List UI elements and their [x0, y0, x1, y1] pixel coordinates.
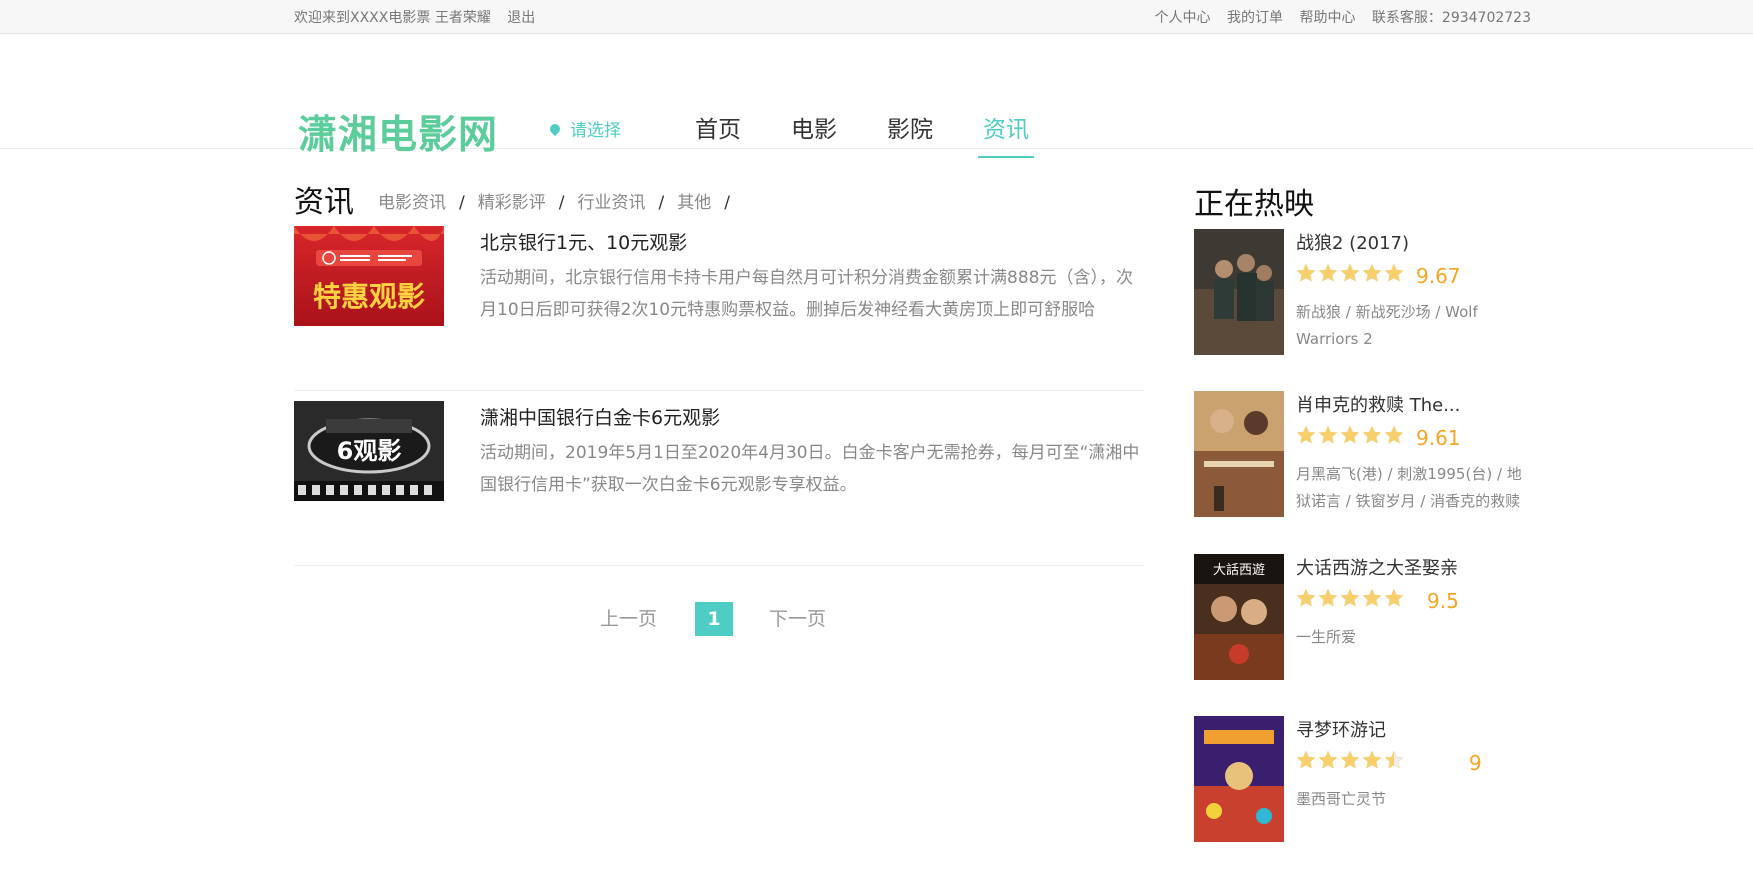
star-icon	[1340, 425, 1360, 444]
thumb-text: 特惠观影	[313, 280, 425, 313]
star-icon	[1362, 588, 1382, 607]
movie-name[interactable]: 肖申克的救赎 The...	[1296, 391, 1460, 417]
star-icon	[1384, 263, 1404, 282]
welcome-text: 欢迎来到XXXX电影票 王者荣耀	[294, 10, 491, 26]
movie-score: 9.61	[1416, 426, 1461, 450]
movie-poster[interactable]	[1194, 716, 1284, 842]
movie-card[interactable]: 大話西遊 大话西游之大圣娶亲 9.5 一生所爱	[1194, 554, 1534, 680]
star-icon	[1296, 425, 1316, 444]
star-icon	[1340, 263, 1360, 282]
star-icon	[1296, 750, 1316, 769]
star-icon	[1318, 588, 1338, 607]
news-title[interactable]: 潇湘中国银行白金卡6元观影	[480, 403, 720, 430]
movie-aliases: 新战狼 / 新战死沙场 / Wolf Warriors 2	[1296, 303, 1478, 348]
city-selector[interactable]: 请选择	[547, 116, 621, 141]
nav-cinemas[interactable]: 影院	[882, 110, 938, 158]
star-icon	[1362, 750, 1382, 769]
star-icon	[1362, 425, 1382, 444]
thumb-text: 6观影	[337, 437, 402, 465]
location-pin-icon	[547, 121, 563, 137]
star-icon	[1318, 263, 1338, 282]
help-center-link[interactable]: 帮助中心	[1299, 10, 1355, 26]
category-movie-news[interactable]: 电影资讯	[378, 193, 446, 213]
site-header: 潇湘电影网 请选择 首页 电影 影院 资讯	[0, 34, 1753, 158]
rating-stars	[1296, 588, 1406, 610]
personal-center-link[interactable]: 个人中心	[1155, 10, 1211, 26]
movie-poster[interactable]	[1194, 391, 1284, 517]
star-icon	[1340, 750, 1360, 769]
star-icon	[1362, 263, 1382, 282]
my-orders-link[interactable]: 我的订单	[1227, 10, 1283, 26]
news-description: 活动期间，北京银行信用卡持卡用户每自然月可计积分消费金额累计满888元（含），次…	[480, 268, 1133, 320]
news-item: 特惠观影 北京银行1元、10元观影 活动期间，北京银行信用卡持卡用户每自然月可计…	[294, 226, 1144, 391]
movie-aliases: 墨西哥亡灵节	[1296, 790, 1387, 808]
news-thumbnail[interactable]: 6观影	[294, 401, 444, 501]
star-icon	[1318, 425, 1338, 444]
nav-news[interactable]: 资讯	[978, 110, 1034, 158]
now-showing-title: 正在热映	[1194, 187, 1314, 222]
svg-text:大話西遊: 大話西遊	[1213, 562, 1265, 578]
rating-stars	[1296, 425, 1406, 447]
news-title[interactable]: 北京银行1元、10元观影	[480, 228, 687, 255]
category-separator: /	[658, 193, 665, 213]
star-icon	[1318, 750, 1338, 769]
star-icon	[1296, 263, 1316, 282]
next-page-button[interactable]: 下一页	[769, 604, 826, 631]
category-separator: /	[558, 193, 565, 213]
movie-name[interactable]: 大话西游之大圣娶亲	[1296, 554, 1458, 580]
city-label: 请选择	[570, 121, 621, 141]
movie-score: 9	[1469, 751, 1482, 775]
movie-score: 9.5	[1427, 589, 1459, 613]
star-icon	[1384, 425, 1404, 444]
rating-stars	[1296, 750, 1406, 772]
category-industry[interactable]: 行业资讯	[577, 193, 645, 213]
category-separator: /	[724, 193, 730, 213]
prev-page-button[interactable]: 上一页	[600, 604, 657, 631]
top-bar: 欢迎来到XXXX电影票 王者荣耀 退出 个人中心 我的订单 帮助中心 联系客服：…	[0, 0, 1753, 34]
movie-card[interactable]: 肖申克的救赎 The... 9.61 月黑高飞(港) / 刺激1995(台) /…	[1194, 391, 1534, 517]
movie-name[interactable]: 战狼2 (2017)	[1296, 229, 1409, 255]
top-bar-left: 欢迎来到XXXX电影票 王者荣耀 退出	[294, 7, 535, 27]
movie-score: 9.67	[1416, 264, 1461, 288]
news-description: 活动期间，2019年5月1日至2020年4月30日。白金卡客户无需抢券，每月可至…	[480, 443, 1140, 495]
movie-aliases: 月黑高飞(港) / 刺激1995(台) / 地狱诺言 / 铁窗岁月 / 消香克的…	[1296, 465, 1522, 510]
star-icon	[1384, 588, 1404, 607]
star-icon	[1340, 588, 1360, 607]
star-icon	[1296, 588, 1316, 607]
pagination: 上一页 1 下一页	[600, 602, 826, 636]
site-logo[interactable]: 潇湘电影网	[298, 104, 498, 160]
nav-movies[interactable]: 电影	[786, 110, 842, 158]
star-icon	[1384, 750, 1404, 769]
nav-home[interactable]: 首页	[690, 110, 746, 158]
movie-aliases: 一生所爱	[1296, 628, 1357, 646]
rating-stars	[1296, 263, 1406, 285]
logout-link[interactable]: 退出	[507, 10, 535, 26]
movie-card[interactable]: 战狼2 (2017) 9.67 新战狼 / 新战死沙场 / Wolf Warri…	[1194, 229, 1534, 355]
news-thumbnail[interactable]: 特惠观影	[294, 226, 444, 326]
customer-service-text: 联系客服：2934702723	[1371, 10, 1531, 26]
category-separator: /	[459, 193, 465, 213]
movie-poster[interactable]: 大話西遊	[1194, 554, 1284, 680]
main-nav: 首页 电影 影院 资讯	[690, 110, 1074, 158]
category-other[interactable]: 其他	[677, 193, 711, 213]
movie-poster[interactable]	[1194, 229, 1284, 355]
top-bar-right: 个人中心 我的订单 帮助中心 联系客服：2934702723	[1155, 7, 1531, 27]
category-reviews[interactable]: 精彩影评	[478, 193, 546, 213]
movie-name[interactable]: 寻梦环游记	[1296, 716, 1386, 742]
news-categories: 电影资讯 / 精彩影评 / 行业资讯 / 其他 /	[378, 188, 743, 213]
current-page[interactable]: 1	[695, 602, 734, 636]
news-item: 6观影 潇湘中国银行白金卡6元观影 活动期间，2019年5月1日至2020年4月…	[294, 401, 1144, 566]
news-section-title: 资讯	[294, 185, 354, 220]
movie-card[interactable]: 寻梦环游记 9 墨西哥亡灵节	[1194, 716, 1534, 842]
